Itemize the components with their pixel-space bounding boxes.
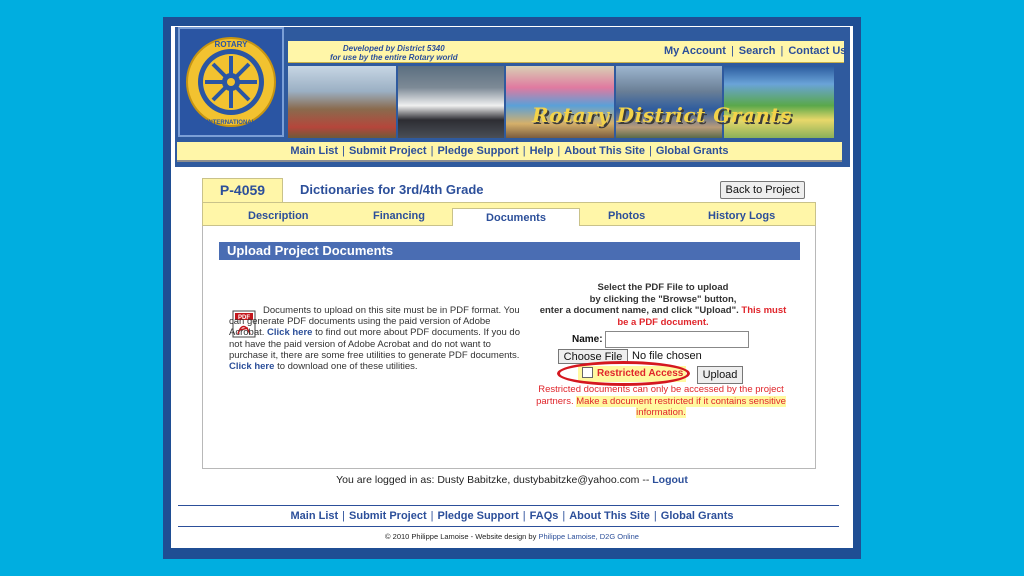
separator: |	[557, 145, 561, 157]
upload-button[interactable]: Upload	[697, 366, 743, 384]
photo-water-tank	[724, 66, 834, 138]
footer-about[interactable]: About This Site	[569, 510, 650, 522]
login-status: You are logged in as: Dusty Babitzke, du…	[0, 474, 1024, 486]
separator: |	[653, 510, 657, 522]
red-circle-annotation	[557, 361, 690, 386]
separator: |	[430, 510, 434, 522]
footer-divider-bottom	[178, 526, 839, 527]
tab-financing[interactable]: Financing	[373, 210, 425, 222]
project-title: Dictionaries for 3rd/4th Grade	[300, 182, 484, 197]
learn-pdf-link[interactable]: Click here	[267, 327, 312, 338]
nav-about[interactable]: About This Site	[564, 145, 645, 157]
tab-description[interactable]: Description	[248, 210, 309, 222]
photo-check-presentation	[398, 66, 504, 138]
separator: |	[648, 145, 652, 157]
nav-submit-project[interactable]: Submit Project	[349, 145, 427, 157]
nav-pledge-support[interactable]: Pledge Support	[437, 145, 518, 157]
instr-line-3: enter a document name, and click "Upload…	[539, 305, 739, 316]
rotary-wheel-icon: ROTARY INTERNATIONAL	[186, 37, 276, 127]
instr-line-1: Select the PDF File to upload	[597, 282, 729, 293]
designer-link[interactable]: Philippe Lamoise, D2G Online	[538, 532, 638, 541]
warn-line-2: Make a document restricted if it contain…	[576, 395, 786, 418]
nav-global-grants[interactable]: Global Grants	[656, 145, 729, 157]
section-title: Upload Project Documents	[219, 242, 800, 260]
footer-divider-top	[178, 505, 839, 506]
separator: |	[522, 510, 526, 522]
my-account-link[interactable]: My Account	[664, 45, 726, 57]
nav-main-list[interactable]: Main List	[290, 145, 338, 157]
upload-instructions: Select the PDF File to upload by clickin…	[532, 282, 794, 328]
header-photo-strip	[288, 66, 838, 138]
separator: |	[522, 145, 526, 157]
footer-main-list[interactable]: Main List	[290, 510, 338, 522]
project-id: P-4059	[202, 178, 283, 202]
rotary-logo[interactable]: ROTARY INTERNATIONAL	[178, 27, 284, 137]
no-file-chosen-text: No file chosen	[632, 350, 702, 362]
separator: |	[342, 145, 345, 157]
banner-title: Rotary District Grants	[532, 103, 792, 127]
top-links: My Account | Search | Contact Us	[664, 45, 846, 57]
pdf-info-text: Documents to upload on this site must be…	[229, 305, 523, 372]
separator: |	[730, 45, 734, 57]
developed-line-2: for use by the entire Rotary world	[330, 53, 458, 62]
tab-photos[interactable]: Photos	[608, 210, 645, 222]
footer-global-grants[interactable]: Global Grants	[661, 510, 734, 522]
copyright-text: © 2010 Philippe Lamoise - Website design…	[385, 532, 537, 541]
developed-line-1: Developed by District 5340	[342, 44, 445, 53]
search-link[interactable]: Search	[739, 45, 776, 57]
instr-line-2: by clicking the "Browse" button,	[589, 293, 737, 305]
separator: |	[430, 145, 434, 157]
name-label: Name:	[572, 334, 603, 345]
photo-children	[506, 66, 614, 138]
separator: |	[342, 510, 346, 522]
contact-us-link[interactable]: Contact Us	[788, 45, 846, 57]
footer-submit-project[interactable]: Submit Project	[349, 510, 427, 522]
login-text: You are logged in as: Dusty Babitzke, du…	[336, 474, 650, 486]
developed-by-text: Developed by District 5340 for use by th…	[330, 44, 458, 62]
info-p3: to download one of these utilities.	[277, 361, 418, 373]
separator: |	[562, 510, 566, 522]
main-nav: Main List | Submit Project | Pledge Support |…	[177, 142, 842, 162]
instr-red-2: be a PDF document.	[617, 316, 709, 328]
tab-documents[interactable]: Documents	[452, 208, 580, 228]
separator: |	[780, 45, 784, 57]
document-name-input[interactable]	[605, 331, 749, 348]
footer-pledge-support[interactable]: Pledge Support	[438, 510, 519, 522]
instr-red-1: This must	[741, 305, 787, 316]
copyright: © 2010 Philippe Lamoise - Website design…	[0, 532, 1024, 541]
restricted-warning: Restricted documents can only be accesse…	[528, 384, 794, 419]
photo-school-sign	[288, 66, 396, 138]
footer-nav: Main List | Submit Project | Pledge Support |…	[0, 510, 1024, 522]
photo-volunteers	[616, 66, 722, 138]
logo-bottom-text: INTERNATIONAL	[207, 120, 256, 126]
download-utility-link[interactable]: Click here	[229, 361, 274, 372]
footer-faqs[interactable]: FAQs	[530, 510, 559, 522]
back-to-project-button[interactable]: Back to Project	[720, 181, 805, 199]
logo-top-text: ROTARY	[215, 40, 249, 49]
nav-help[interactable]: Help	[530, 145, 554, 157]
tab-history-logs[interactable]: History Logs	[708, 210, 775, 222]
logout-link[interactable]: Logout	[652, 474, 688, 486]
